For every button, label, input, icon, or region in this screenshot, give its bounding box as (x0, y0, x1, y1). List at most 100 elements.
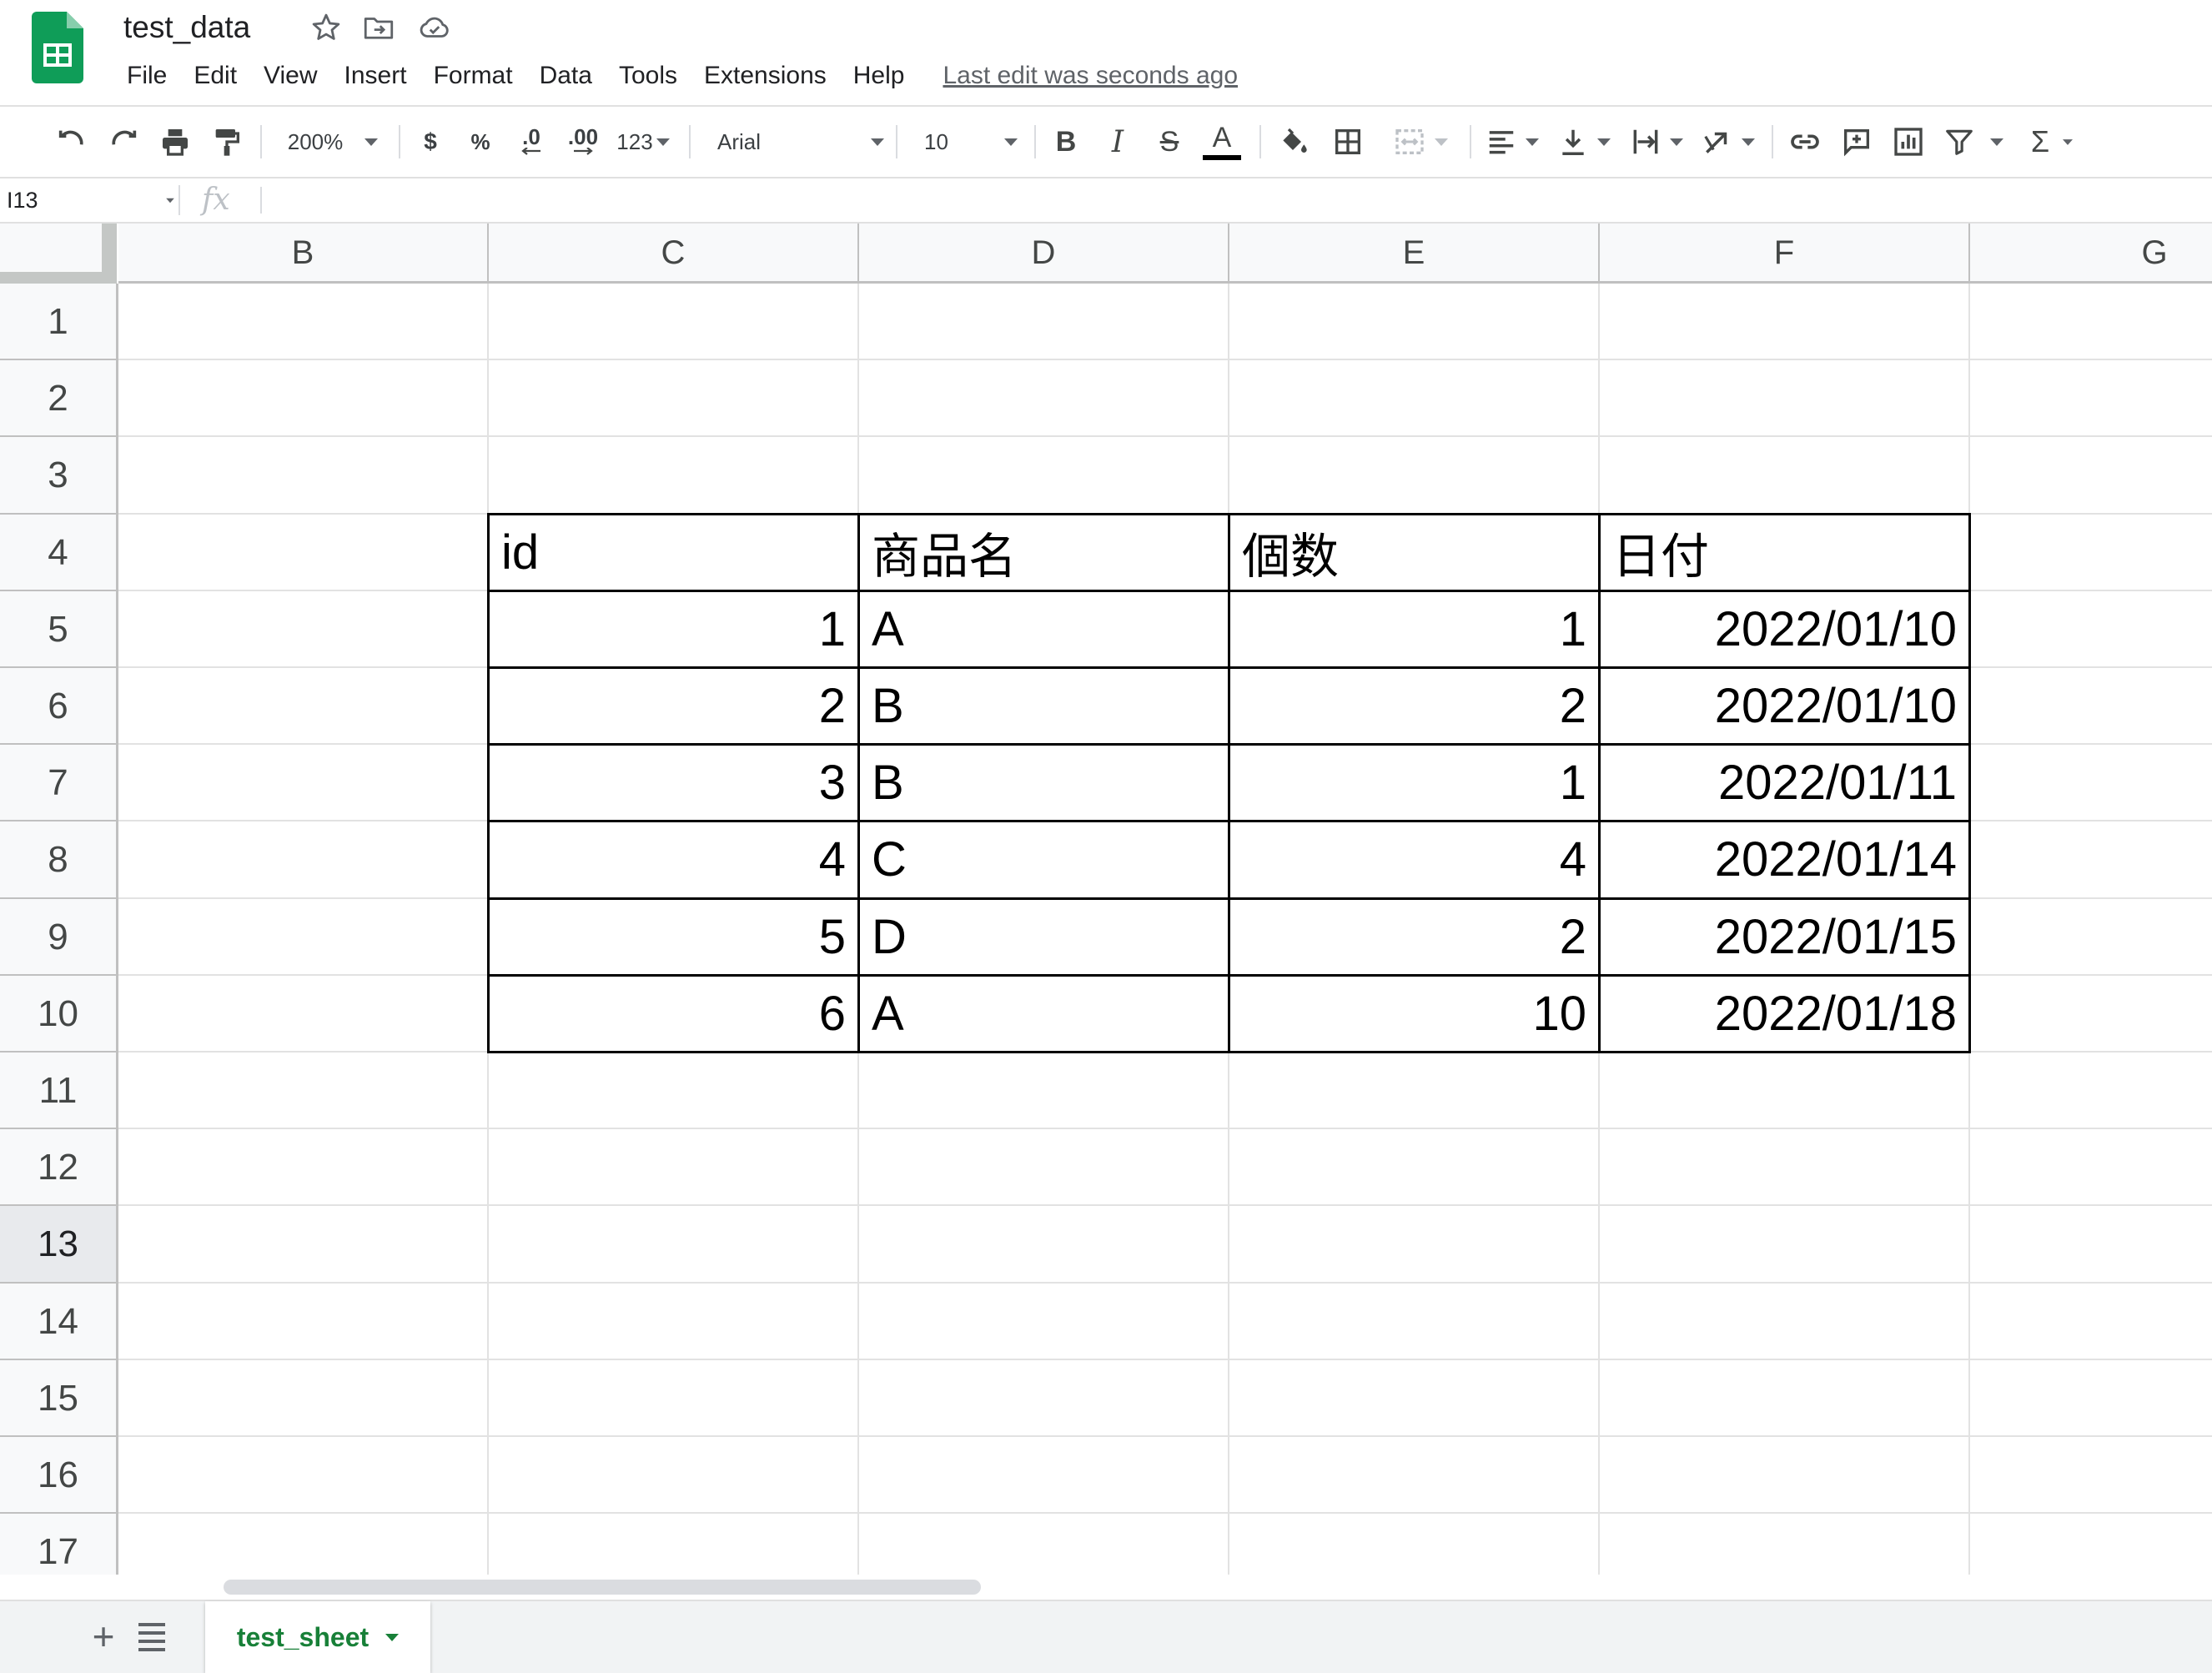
fill-color-icon[interactable] (1273, 122, 1313, 162)
star-icon[interactable] (309, 10, 344, 45)
table-cell[interactable]: C (857, 820, 1230, 900)
table-cell[interactable]: B (857, 666, 1230, 746)
table-cell[interactable]: D (857, 897, 1230, 977)
menu-view[interactable]: View (250, 57, 330, 95)
table-cell[interactable]: 2022/01/10 (1598, 589, 1971, 669)
insert-link-icon[interactable] (1785, 122, 1825, 162)
table-cell[interactable]: A (857, 589, 1230, 669)
table-cell[interactable]: 1 (1228, 589, 1601, 669)
sheet-grid[interactable]: id 商品名 個数 日付 1 A 1 2022/01/10 2 B 2 2022/01/10 3 B 1 20… (0, 224, 2212, 1575)
table-cell[interactable]: 4 (1228, 820, 1601, 900)
text-wrapping-icon[interactable] (1626, 122, 1687, 162)
last-edit-link[interactable]: Last edit was seconds ago (943, 62, 1238, 90)
sheets-logo-icon[interactable] (32, 12, 83, 83)
name-box[interactable]: I13 (7, 178, 38, 222)
table-cell[interactable]: 2022/01/14 (1598, 820, 1971, 900)
horizontal-align-icon[interactable] (1483, 122, 1541, 162)
select-all-corner[interactable] (0, 224, 117, 284)
table-cell[interactable]: 6 (487, 973, 860, 1053)
font-family-select[interactable]: Arial (717, 122, 884, 162)
column-header-b[interactable]: B (118, 224, 489, 284)
borders-icon[interactable] (1328, 122, 1368, 162)
table-header-cell[interactable]: 日付 (1598, 512, 1971, 592)
menu-data[interactable]: Data (526, 57, 606, 95)
increase-decimal-button[interactable]: .00 (561, 122, 606, 162)
table-cell[interactable]: 1 (487, 589, 860, 669)
insert-comment-icon[interactable] (1837, 122, 1877, 162)
redo-icon[interactable] (103, 122, 143, 162)
table-cell[interactable]: 2 (1228, 897, 1601, 977)
row-header-13[interactable]: 13 (0, 1206, 118, 1284)
column-header-e[interactable]: E (1229, 224, 1600, 284)
table-cell[interactable]: 5 (487, 897, 860, 977)
more-formats-button[interactable]: 123 (614, 122, 672, 162)
all-sheets-icon[interactable] (135, 1621, 168, 1651)
font-size-select[interactable]: 10 (924, 122, 1018, 162)
functions-button[interactable]: Σ (2022, 122, 2084, 162)
table-cell[interactable]: 2 (1228, 666, 1601, 746)
menu-edit[interactable]: Edit (180, 57, 250, 95)
row-header-17[interactable]: 17 (0, 1514, 118, 1575)
text-rotation-icon[interactable] (1698, 122, 1758, 162)
strikethrough-button[interactable]: S (1153, 122, 1186, 162)
zoom-select[interactable]: 200% (280, 122, 385, 162)
column-header-c[interactable]: C (489, 224, 859, 284)
chevron-down-icon[interactable] (385, 1633, 400, 1641)
row-header-15[interactable]: 15 (0, 1359, 118, 1437)
document-title[interactable]: test_data (123, 7, 250, 48)
table-header-cell[interactable]: id (487, 512, 860, 592)
table-cell[interactable]: 1 (1228, 743, 1601, 823)
add-sheet-button[interactable]: + (80, 1613, 127, 1660)
row-header-1[interactable]: 1 (0, 284, 118, 361)
row-header-7[interactable]: 7 (0, 745, 118, 822)
horizontal-scrollbar-thumb[interactable] (224, 1580, 981, 1595)
row-header-4[interactable]: 4 (0, 514, 118, 591)
row-header-3[interactable]: 3 (0, 437, 118, 515)
column-header-f[interactable]: F (1600, 224, 1970, 284)
table-cell[interactable]: 2022/01/11 (1598, 743, 1971, 823)
merge-cells-icon[interactable] (1383, 122, 1458, 162)
decrease-decimal-button[interactable]: .0 (510, 122, 552, 162)
row-header-5[interactable]: 5 (0, 590, 118, 668)
table-cell[interactable]: 2022/01/10 (1598, 666, 1971, 746)
table-header-cell[interactable]: 個数 (1228, 512, 1601, 592)
vertical-align-icon[interactable] (1555, 122, 1613, 162)
row-header-10[interactable]: 10 (0, 975, 118, 1053)
row-header-8[interactable]: 8 (0, 821, 118, 899)
column-header-d[interactable]: D (859, 224, 1229, 284)
menu-tools[interactable]: Tools (606, 57, 691, 95)
menu-file[interactable]: File (113, 57, 180, 95)
move-to-folder-icon[interactable] (361, 10, 396, 45)
menu-extensions[interactable]: Extensions (691, 57, 840, 95)
row-header-2[interactable]: 2 (0, 360, 118, 438)
table-cell[interactable]: 2022/01/15 (1598, 897, 1971, 977)
insert-chart-icon[interactable] (1888, 122, 1928, 162)
table-cell[interactable]: 3 (487, 743, 860, 823)
chevron-down-icon[interactable] (166, 198, 174, 203)
table-cell[interactable]: B (857, 743, 1230, 823)
table-cell[interactable]: 2022/01/18 (1598, 973, 1971, 1053)
cloud-saved-icon[interactable] (417, 10, 452, 45)
table-header-cell[interactable]: 商品名 (857, 512, 1230, 592)
row-header-12[interactable]: 12 (0, 1129, 118, 1207)
text-color-button[interactable]: A (1201, 122, 1243, 162)
menu-help[interactable]: Help (840, 57, 918, 95)
filter-icon[interactable] (1940, 122, 2007, 162)
table-cell[interactable]: 10 (1228, 973, 1601, 1053)
sheet-tab-test-sheet[interactable]: test_sheet (205, 1601, 430, 1673)
row-header-14[interactable]: 14 (0, 1283, 118, 1360)
freeze-row-handle[interactable] (0, 272, 117, 284)
row-header-6[interactable]: 6 (0, 668, 118, 746)
bold-button[interactable]: B (1049, 122, 1083, 162)
row-header-16[interactable]: 16 (0, 1437, 118, 1515)
menu-format[interactable]: Format (420, 57, 526, 95)
currency-format-button[interactable]: $ (414, 122, 447, 162)
undo-icon[interactable] (52, 122, 92, 162)
percent-format-button[interactable]: % (464, 122, 497, 162)
row-header-11[interactable]: 11 (0, 1053, 118, 1130)
menu-insert[interactable]: Insert (331, 57, 420, 95)
row-header-9[interactable]: 9 (0, 898, 118, 976)
table-cell[interactable]: 4 (487, 820, 860, 900)
paint-format-icon[interactable] (207, 122, 247, 162)
print-icon[interactable] (155, 122, 195, 162)
